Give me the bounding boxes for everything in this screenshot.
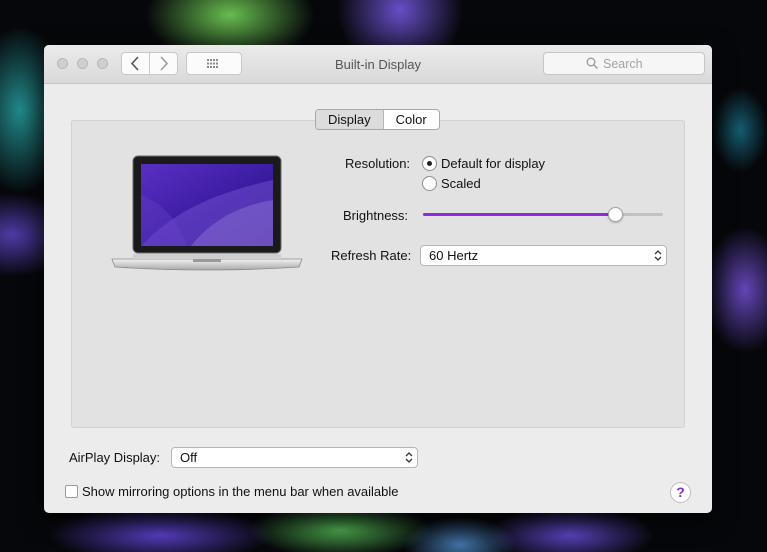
scaled-label[interactable]: Scaled (441, 176, 481, 191)
refresh-rate-value: 60 Hertz (429, 248, 479, 263)
refresh-rate-label: Refresh Rate: (331, 248, 412, 263)
title-bar: Built-in Display Search (44, 45, 712, 84)
airplay-display-select[interactable]: Off (171, 447, 418, 468)
brightness-slider-thumb[interactable] (608, 207, 623, 222)
tab-display[interactable]: Display (316, 110, 384, 129)
tab-color[interactable]: Color (384, 110, 439, 129)
tab-control: Display Color (315, 109, 440, 130)
refresh-rate-select[interactable]: 60 Hertz (420, 245, 667, 266)
radio-default-for-display[interactable] (422, 156, 437, 171)
search-placeholder: Search (603, 57, 643, 71)
search-icon (586, 57, 598, 69)
help-button[interactable]: ? (670, 482, 691, 503)
mirroring-label[interactable]: Show mirroring options in the menu bar w… (82, 484, 399, 499)
stepper-icon (405, 452, 413, 463)
brightness-slider[interactable] (423, 207, 663, 222)
stepper-icon (654, 250, 662, 261)
brightness-label: Brightness: (343, 208, 409, 223)
airplay-display-label: AirPlay Display: (69, 450, 161, 465)
search-field[interactable]: Search (543, 52, 705, 75)
brightness-fill (423, 213, 615, 216)
airplay-display-value: Off (180, 450, 198, 465)
resolution-label: Resolution: (345, 156, 411, 171)
laptop-image (111, 155, 303, 271)
radio-scaled[interactable] (422, 176, 437, 191)
default-for-display-label[interactable]: Default for display (441, 156, 545, 171)
mirroring-checkbox[interactable] (65, 485, 78, 498)
preferences-window: Built-in Display Search Display Color Re… (44, 45, 712, 513)
